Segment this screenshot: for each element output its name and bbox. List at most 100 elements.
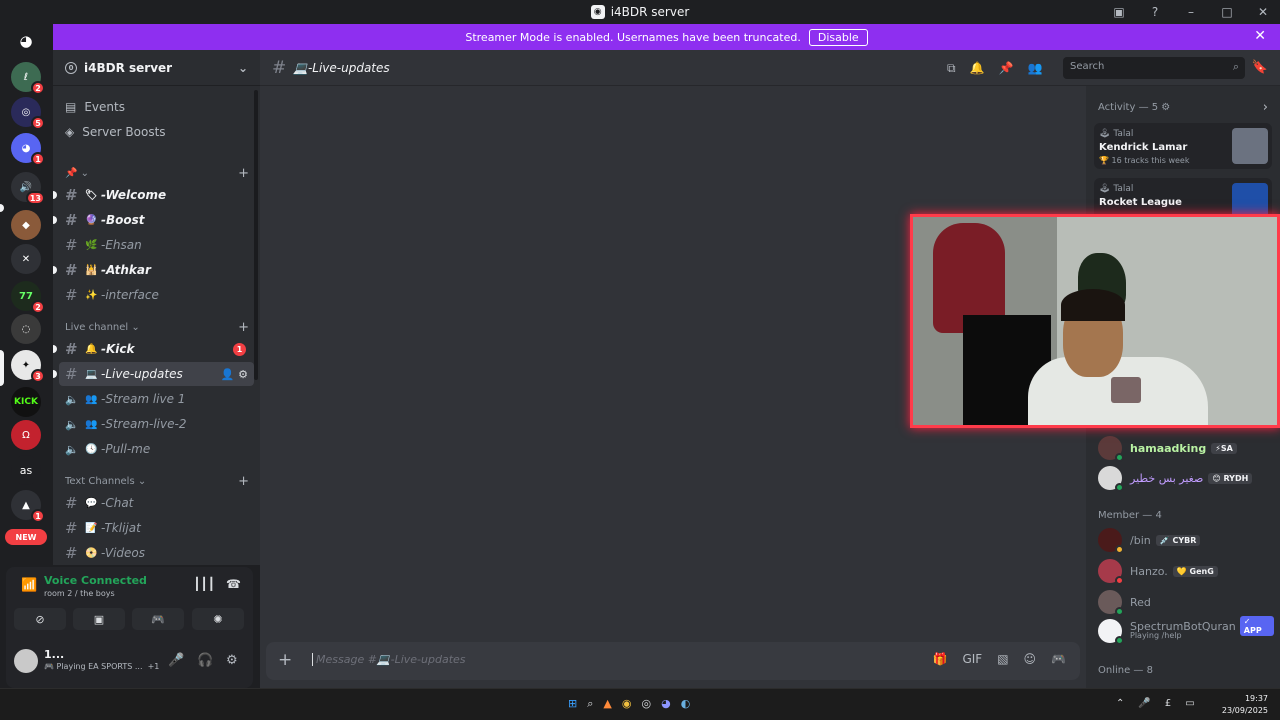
- gamepad-icon[interactable]: 🎮: [1051, 652, 1066, 666]
- speaker-icon: 🔈: [65, 392, 79, 406]
- server-icon[interactable]: 🔊 13: [11, 172, 45, 205]
- member-list-icon[interactable]: 👥: [1027, 61, 1042, 76]
- discord-home-icon[interactable]: ◕: [11, 26, 41, 56]
- server-icon[interactable]: 77 2: [11, 281, 45, 314]
- server-icon[interactable]: ℓ2: [11, 62, 45, 95]
- category-text-channels[interactable]: Text Channels ⌄ +: [65, 474, 249, 489]
- steam-icon[interactable]: ◐: [681, 697, 691, 711]
- category-pinned[interactable]: 📌 ⌄ +: [65, 166, 249, 181]
- channel-videos[interactable]: # 📀 -Videos: [59, 541, 254, 565]
- member-item[interactable]: Red: [1098, 589, 1274, 616]
- new-badge[interactable]: NEW: [5, 529, 47, 545]
- network-icon[interactable]: ▭: [1185, 698, 1194, 709]
- channel-stream-live-1[interactable]: 🔈 👥 -Stream live 1: [59, 387, 254, 411]
- gear-icon[interactable]: ⚙: [238, 368, 248, 381]
- windows-start-icon[interactable]: ⊞: [568, 697, 577, 711]
- server-icon[interactable]: ◕ 1: [11, 133, 45, 166]
- inbox-icon[interactable]: ▣: [1108, 5, 1130, 19]
- bell-icon[interactable]: 🔔: [970, 61, 985, 76]
- headphones-icon[interactable]: 🎧: [197, 653, 213, 668]
- close-window-icon[interactable]: ✕: [1252, 5, 1274, 19]
- microphone-icon[interactable]: 🎤: [1138, 698, 1150, 709]
- activity-button[interactable]: 🎮: [132, 608, 184, 630]
- gift-icon[interactable]: 🎁: [932, 652, 947, 666]
- server-icon[interactable]: ◎ 5: [11, 97, 45, 130]
- channel-welcome[interactable]: # 🏷 -Welcome: [53, 183, 254, 207]
- microphone-icon[interactable]: 🎤: [168, 653, 184, 668]
- threads-icon[interactable]: ⧉: [947, 61, 956, 76]
- add-channel-icon[interactable]: +: [238, 166, 249, 181]
- pin-icon: 📌: [65, 168, 78, 179]
- help-icon[interactable]: ?: [1144, 5, 1166, 19]
- events-link[interactable]: ▤ Events: [65, 100, 125, 114]
- channel-pull-me[interactable]: 🔈 🕓 -Pull-me: [59, 437, 254, 461]
- soundwave-icon[interactable]: ┃┃┃: [193, 577, 215, 591]
- member-header: Member — 4: [1098, 510, 1162, 521]
- channel-tklijat[interactable]: # 📝 -Tklijat: [59, 516, 254, 540]
- sidebar-scrollbar[interactable]: [254, 90, 258, 380]
- add-channel-icon[interactable]: +: [238, 474, 249, 489]
- channel-live-updates[interactable]: # 💻 -Live-updates 👤 ⚙: [53, 362, 254, 386]
- member-item[interactable]: صغير بس خطير 😊 RYDH: [1098, 465, 1274, 492]
- member-item[interactable]: hamaadking ⚡SA: [1098, 435, 1274, 462]
- channel-boost[interactable]: # 🔮 -Boost: [53, 208, 254, 232]
- channel-kick[interactable]: # 🔔 -Kick 1: [53, 337, 254, 361]
- app-icon[interactable]: ◎: [641, 697, 651, 711]
- server-icon[interactable]: ▲ 1: [11, 490, 45, 523]
- activity-card[interactable]: 🕹 Talal Kendrick Lamar 🏆 16 tracks this …: [1094, 123, 1272, 169]
- category-live-channel[interactable]: Live channel ⌄ +: [65, 320, 249, 335]
- app-icon[interactable]: ▲: [603, 697, 611, 711]
- channel-chat[interactable]: # 💬 -Chat: [59, 491, 254, 515]
- server-icon[interactable]: ◆: [11, 210, 41, 240]
- signal-icon[interactable]: 📶: [21, 578, 37, 593]
- server-icon-active[interactable]: ✦ 3: [11, 350, 45, 383]
- minimize-icon[interactable]: –: [1180, 5, 1202, 19]
- chevron-up-icon[interactable]: ⌃: [1116, 698, 1124, 709]
- clock[interactable]: 19:37 23/09/2025: [1222, 693, 1268, 717]
- avatar[interactable]: [14, 649, 38, 673]
- gif-icon[interactable]: GIF: [962, 652, 982, 666]
- activity-header[interactable]: Activity — 5 ⚙: [1098, 102, 1170, 113]
- server-icon[interactable]: Ω: [11, 420, 41, 450]
- camera-button[interactable]: ⊘: [14, 608, 66, 630]
- server-boosts-link[interactable]: ◈ Server Boosts: [65, 125, 166, 139]
- add-channel-icon[interactable]: +: [238, 320, 249, 335]
- chrome-icon[interactable]: ◉: [622, 697, 632, 711]
- message-input[interactable]: Message #💻-Live-updates: [312, 653, 466, 666]
- server-icon[interactable]: ✕: [11, 244, 41, 274]
- pin-icon[interactable]: 📌: [999, 61, 1014, 76]
- voice-status[interactable]: Voice Connected: [44, 574, 147, 587]
- attach-plus-icon[interactable]: +: [278, 650, 292, 670]
- channel-athkar[interactable]: # 🕌 -Athkar: [53, 258, 254, 282]
- voice-location[interactable]: room 2 / the boys: [44, 589, 115, 598]
- channel-interface[interactable]: # ✨ -interface: [59, 283, 254, 307]
- discord-taskbar-icon[interactable]: ◕: [661, 697, 671, 711]
- bookmark-icon[interactable]: 🔖: [1252, 60, 1268, 75]
- server-icon[interactable]: as: [11, 455, 41, 485]
- chevron-right-icon[interactable]: ›: [1263, 100, 1268, 115]
- member-item[interactable]: /bin 💉 CYBR: [1098, 527, 1274, 554]
- search-icon[interactable]: ⌕: [587, 697, 593, 711]
- sticker-icon[interactable]: ▧: [997, 652, 1008, 666]
- close-banner-icon[interactable]: ✕: [1254, 28, 1266, 44]
- add-member-icon[interactable]: 👤: [221, 368, 235, 381]
- disconnect-icon[interactable]: ☎: [226, 577, 241, 591]
- chevron-down-icon[interactable]: ⌄: [238, 61, 248, 75]
- gear-icon[interactable]: ⚙: [226, 653, 238, 668]
- server-header[interactable]: 0 i4BDR server ⌄: [53, 50, 260, 86]
- member-item[interactable]: Hanzo. 💛 GenG: [1098, 558, 1274, 585]
- user-name[interactable]: 1...: [44, 648, 64, 661]
- disable-streamer-button[interactable]: Disable: [808, 28, 868, 46]
- maximize-icon[interactable]: □: [1216, 5, 1238, 19]
- kick-server-icon[interactable]: KICK: [11, 387, 41, 417]
- emoji-icon[interactable]: ☺: [1024, 652, 1037, 666]
- message-composer[interactable]: + Message #💻-Live-updates 🎁 GIF ▧ ☺ 🎮: [266, 642, 1080, 680]
- channel-ehsan[interactable]: # 🌿 -Ehsan: [59, 233, 254, 257]
- language-indicator[interactable]: £: [1165, 698, 1171, 709]
- server-icon[interactable]: ◌: [11, 314, 41, 344]
- screen-share-button[interactable]: ▣: [73, 608, 125, 630]
- search-input[interactable]: Search ⌕: [1063, 57, 1245, 79]
- member-item[interactable]: SpectrumBotQuran ✓ APP Playing /help: [1098, 614, 1274, 648]
- channel-stream-live-2[interactable]: 🔈 👥 -Stream-live-2: [59, 412, 254, 436]
- soundboard-button[interactable]: ✺: [192, 608, 244, 630]
